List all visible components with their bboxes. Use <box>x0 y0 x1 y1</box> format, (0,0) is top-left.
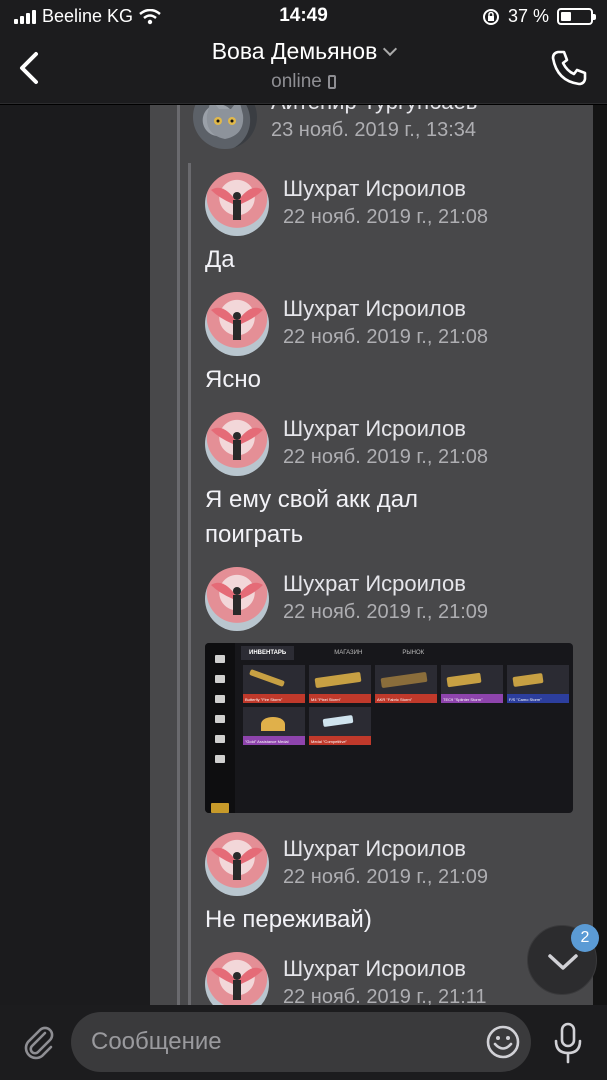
avatar[interactable] <box>205 952 269 1005</box>
battery-percent: 37 % <box>507 6 549 26</box>
game-tabs: ИНВЕНТАРЬ МАГАЗИН РЫНОК <box>241 645 569 661</box>
forward-rail-outer <box>177 105 180 1005</box>
message-text: Я ему свой акк дал поиграть <box>205 486 419 548</box>
game-sidebar <box>205 643 235 813</box>
message-text: Да <box>205 246 235 273</box>
contact-name[interactable]: Вова Демьянов <box>212 38 378 64</box>
left-margin <box>0 105 150 1005</box>
message-text: Ясно <box>205 366 261 393</box>
inventory-item: F/S "Camo Storm" <box>507 665 569 703</box>
author-name: Айтенир Тургунбаев <box>271 105 477 115</box>
chat-area[interactable]: Айтенир Тургунбаев 23 нояб. 2019 г., 13:… <box>0 105 607 1005</box>
battery-icon <box>557 8 596 25</box>
forward-rail <box>188 945 191 1005</box>
game-tab: РЫНОК <box>402 650 425 656</box>
paperclip-icon[interactable] <box>18 1021 58 1061</box>
forwarded-message: Шухрат Исроилов 22 нояб. 2019 г., 21:08 … <box>205 172 585 277</box>
inventory-item: TEC9 "Splinter Storm" <box>441 665 503 703</box>
avatar[interactable] <box>205 172 269 236</box>
forward-rail <box>188 560 191 825</box>
right-margin <box>593 105 607 1005</box>
forwarded-message: Шухрат Исроилов 22 нояб. 2019 г., 21:09 <box>205 567 585 631</box>
chat-header: Вова Демьянов online <box>0 34 607 104</box>
message-date: 22 нояб. 2019 г., 21:08 <box>283 206 488 228</box>
message-date: 22 нояб. 2019 г., 21:11 <box>283 986 487 1005</box>
forwarded-message: Шухрат Исроилов 22 нояб. 2019 г., 21:09 … <box>205 832 585 937</box>
status-bar: Beeline KG 14:49 37 % <box>0 0 607 34</box>
avatar[interactable] <box>205 567 269 631</box>
inventory-item: Medal "Competitive" <box>309 707 371 745</box>
microphone-icon[interactable] <box>551 1021 585 1065</box>
avatar[interactable] <box>205 832 269 896</box>
message-input-box[interactable] <box>71 1012 531 1072</box>
avatar[interactable] <box>205 412 269 476</box>
forward-rail <box>188 825 191 945</box>
forward-rail <box>188 405 191 560</box>
message-input[interactable] <box>91 1012 471 1072</box>
forwarded-message: Шухрат Исроилов 22 нояб. 2019 г., 21:08 … <box>205 292 585 397</box>
message-composer <box>0 1005 607 1080</box>
message-date: 22 нояб. 2019 г., 21:08 <box>283 326 488 348</box>
author-name: Шухрат Исроилов <box>283 836 466 861</box>
author-name: Шухрат Исроилов <box>283 296 466 321</box>
author-name: Шухрат Исроилов <box>283 571 466 596</box>
inventory-item: Butterfly "Fire Storm" <box>243 665 305 703</box>
inventory-item: M4 "Pixel Storm" <box>309 665 371 703</box>
game-tab: МАГАЗИН <box>334 650 363 656</box>
author-name: Шухрат Исроилов <box>283 956 466 981</box>
chevron-down-icon[interactable] <box>383 41 398 57</box>
game-tab: ИНВЕНТАРЬ <box>241 646 295 660</box>
forward-rail <box>188 285 191 405</box>
emoji-icon[interactable] <box>485 1024 521 1060</box>
forwarded-message: Айтенир Тургунбаев 23 нояб. 2019 г., 13:… <box>193 105 573 149</box>
message-date: 22 нояб. 2019 г., 21:09 <box>283 866 488 888</box>
forwarded-message: Шухрат Исроилов 22 нояб. 2019 г., 21:08 … <box>205 412 585 552</box>
message-date: 22 нояб. 2019 г., 21:09 <box>283 601 488 623</box>
inventory-item: AKR "Fabric Storm" <box>375 665 437 703</box>
inventory-item: "Gold" Assistance Medal <box>243 707 305 745</box>
message-date: 22 нояб. 2019 г., 21:08 <box>283 446 488 468</box>
message-date: 23 нояб. 2019 г., 13:34 <box>271 119 476 141</box>
avatar[interactable] <box>205 292 269 356</box>
author-name: Шухрат Исроилов <box>283 416 466 441</box>
online-label: online <box>271 71 322 92</box>
status-right: 37 % <box>482 6 596 27</box>
phone-device-icon <box>327 75 336 89</box>
chat-title-block[interactable]: Вова Демьянов online <box>0 38 607 93</box>
call-icon[interactable] <box>549 48 589 88</box>
presence-status: online <box>0 71 607 93</box>
unread-badge: 2 <box>571 924 599 952</box>
author-name: Шухрат Исроилов <box>283 176 466 201</box>
forward-rail <box>188 163 191 293</box>
rotation-lock-icon <box>482 8 499 25</box>
avatar[interactable] <box>193 105 257 149</box>
image-attachment[interactable]: ИНВЕНТАРЬ МАГАЗИН РЫНОК Butterfly "Fire … <box>205 643 573 813</box>
chat-title[interactable]: Вова Демьянов <box>0 38 607 65</box>
